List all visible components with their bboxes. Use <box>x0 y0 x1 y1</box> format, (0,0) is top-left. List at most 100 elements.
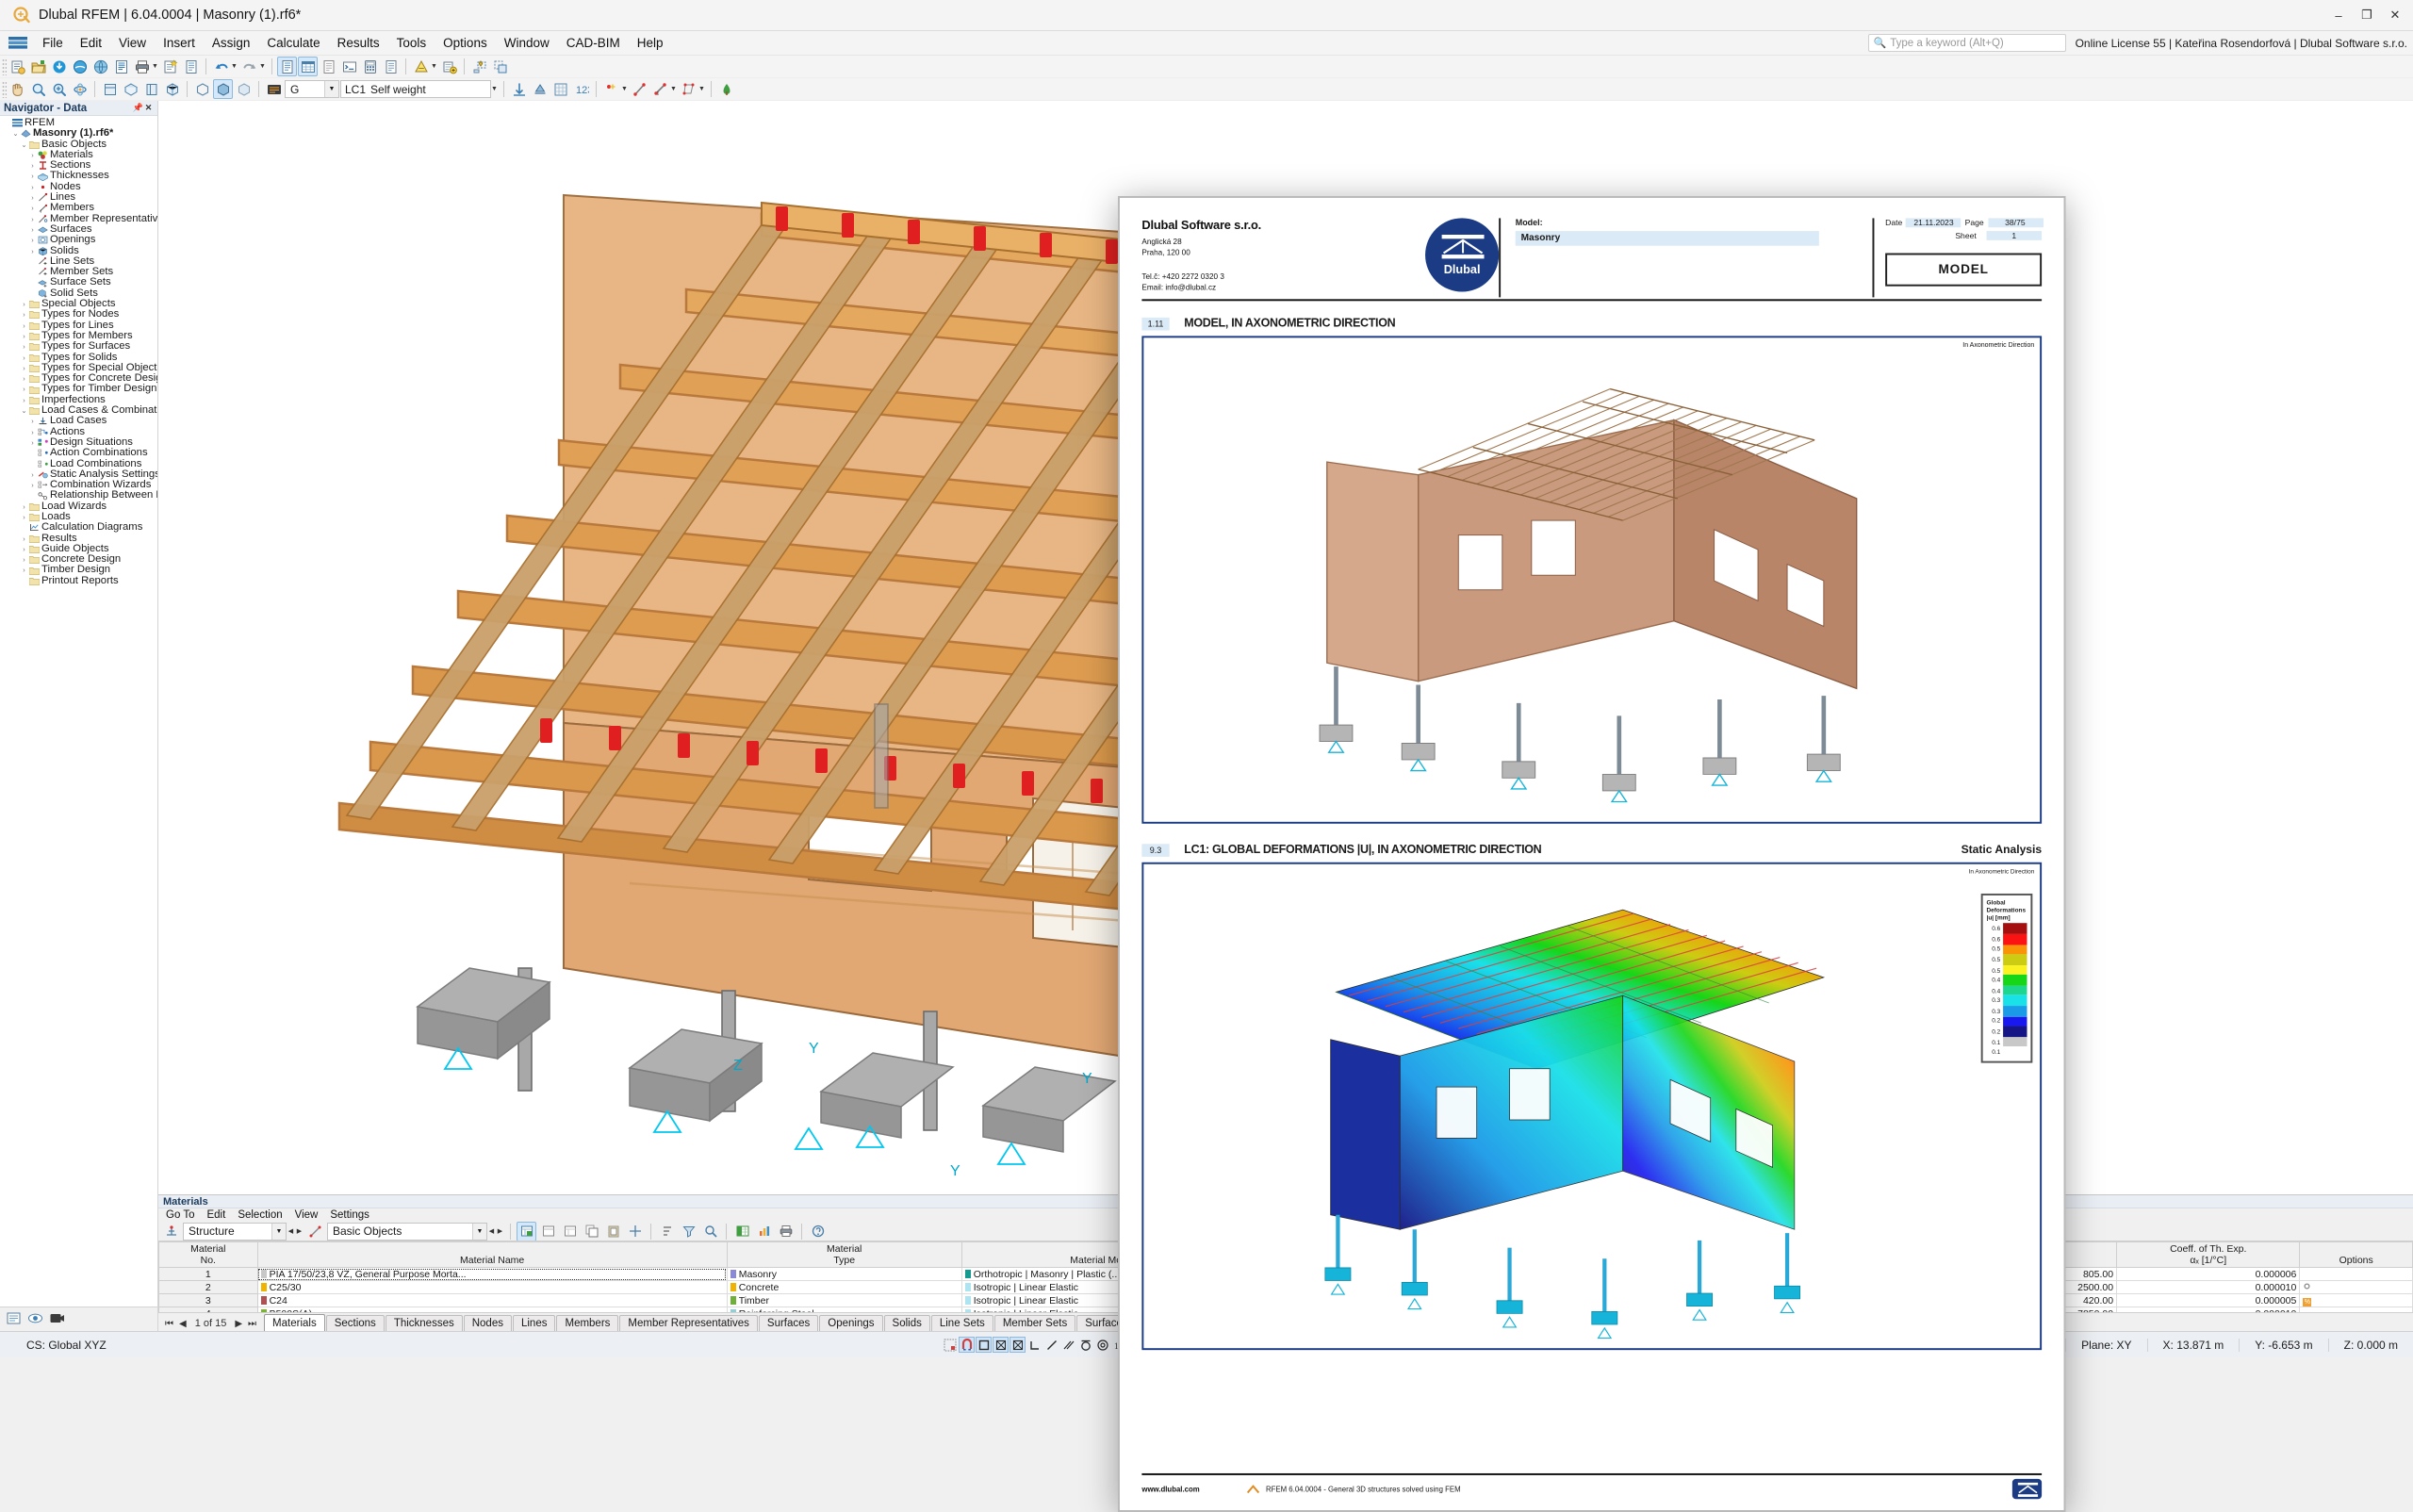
table-help-button[interactable] <box>808 1222 828 1241</box>
tree-item-types-for-nodes[interactable]: › Types for Nodes <box>0 309 157 320</box>
material-options[interactable]: % <box>2299 1293 2413 1308</box>
chevron-right-icon[interactable]: › <box>20 299 28 309</box>
chevron-right-icon[interactable]: › <box>28 214 37 224</box>
endpoint-snap-icon[interactable] <box>1026 1337 1042 1353</box>
chevron-right-icon[interactable]: › <box>28 427 37 437</box>
undo-dropdown-arrow[interactable]: ▼ <box>230 63 238 70</box>
console-button[interactable] <box>339 57 359 76</box>
menu-item-file[interactable]: File <box>34 33 72 53</box>
materials-library-button[interactable] <box>411 57 431 76</box>
tree-item-relationship-between-load-cases[interactable]: Relationship Between Load Cases <box>0 490 157 501</box>
tree-item-surface-sets[interactable]: Surface Sets <box>0 277 157 288</box>
node-dropdown-arrow[interactable]: ▼ <box>620 86 629 92</box>
printout-report-window[interactable]: Dlubal Software s.r.o. Anglická 28 Praha… <box>1118 196 2066 1512</box>
chevron-right-icon[interactable]: › <box>20 320 28 331</box>
table-delete-row-button[interactable] <box>538 1222 558 1241</box>
line-create-button[interactable] <box>630 79 649 99</box>
tree-item-solid-sets[interactable]: Solid Sets <box>0 288 157 299</box>
tables-button[interactable] <box>298 57 318 76</box>
navigator-close-icon[interactable]: ✕ <box>143 103 154 113</box>
tree-item-timber-design[interactable]: › Timber Design <box>0 565 157 575</box>
table-sort-button[interactable] <box>657 1222 677 1241</box>
chevron-right-icon[interactable]: › <box>28 192 37 203</box>
material-type[interactable]: Masonry <box>726 1267 962 1282</box>
material-no[interactable]: 1 <box>158 1267 258 1282</box>
tree-item-load-wizards[interactable]: › Load Wizards <box>0 501 157 512</box>
tree-item-member-representatives[interactable]: › Member Representatives <box>0 214 157 224</box>
view-side-button[interactable] <box>141 79 161 99</box>
toolbar-grip[interactable] <box>2 58 7 75</box>
objects-prev-arrow[interactable]: ◀ <box>487 1227 496 1235</box>
next-record-button[interactable]: ▶ <box>235 1319 242 1329</box>
tree-item-load-combinations[interactable]: Load Combinations <box>0 459 157 469</box>
menu-item-window[interactable]: Window <box>496 33 558 53</box>
table-tab-member-representatives[interactable]: Member Representatives <box>619 1315 758 1331</box>
chevron-right-icon[interactable]: › <box>28 437 37 448</box>
load-case-dropdown-arrow[interactable]: ▼ <box>490 86 499 92</box>
menu-item-view[interactable]: View <box>110 33 155 53</box>
column-header-1-c[interactable]: Coeff. of Th. Exp. αₓ [1/°C] <box>2116 1241 2301 1269</box>
chevron-right-icon[interactable]: › <box>20 363 28 373</box>
supports-display-button[interactable] <box>530 79 550 99</box>
tree-item-special-objects[interactable]: › Special Objects <box>0 299 157 309</box>
table-tab-members[interactable]: Members <box>556 1315 619 1331</box>
surface-dropdown-arrow[interactable]: ▼ <box>698 86 706 92</box>
chevron-down-icon[interactable]: ⌄ <box>11 128 20 139</box>
table-print-button[interactable] <box>776 1222 796 1241</box>
first-record-button[interactable]: ⏮ <box>165 1319 173 1329</box>
chevron-right-icon[interactable]: › <box>20 554 28 565</box>
printout-report-button[interactable] <box>319 57 338 76</box>
table-filter-button[interactable] <box>679 1222 698 1241</box>
results-table-button[interactable] <box>381 57 401 76</box>
table-menu-edit[interactable]: Edit <box>206 1209 225 1221</box>
chevron-right-icon[interactable]: › <box>28 224 37 235</box>
table-find-button[interactable] <box>700 1222 720 1241</box>
polar-grid-toggle[interactable] <box>1010 1337 1026 1353</box>
tree-item-loads[interactable]: › Loads <box>0 512 157 522</box>
tree-item-actions[interactable]: › Actions <box>0 427 157 437</box>
table-tab-thicknesses[interactable]: Thicknesses <box>385 1315 463 1331</box>
chevron-right-icon[interactable]: › <box>20 395 28 405</box>
view-top-button[interactable] <box>121 79 140 99</box>
tree-item-load-cases-combinations[interactable]: ⌄ Load Cases & Combinations <box>0 405 157 416</box>
import-button[interactable] <box>90 57 110 76</box>
tree-item-lines[interactable]: › Lines <box>0 192 157 203</box>
tree-item-members[interactable]: › I Members <box>0 203 157 213</box>
undo-button[interactable] <box>211 57 231 76</box>
tree-item-types-for-lines[interactable]: › Types for Lines <box>0 320 157 331</box>
tree-item-guide-objects[interactable]: › Guide Objects <box>0 544 157 554</box>
tree-item-thicknesses[interactable]: › Thicknesses <box>0 171 157 181</box>
chevron-right-icon[interactable]: › <box>20 565 28 575</box>
mesh-display-button[interactable] <box>550 79 570 99</box>
table-tab-line-sets[interactable]: Line Sets <box>930 1315 993 1331</box>
tree-item-types-for-concrete-design[interactable]: › Types for Concrete Design <box>0 373 157 384</box>
toolbar-grip-2[interactable] <box>2 80 7 98</box>
table-tab-surfaces[interactable]: Surfaces <box>758 1315 819 1331</box>
material-options[interactable] <box>2299 1267 2413 1282</box>
ortho-toggle[interactable] <box>976 1337 993 1353</box>
print-dropdown-arrow[interactable]: ▼ <box>151 63 159 70</box>
tree-item-member-sets[interactable]: Member Sets <box>0 267 157 277</box>
thermal-expansion[interactable]: 0.000005 <box>2116 1293 2301 1308</box>
zoom-all-button[interactable] <box>49 79 69 99</box>
save-all-button[interactable] <box>70 57 90 76</box>
chevron-right-icon[interactable]: › <box>28 246 37 256</box>
material-name[interactable]: PIA 17/50/23,8 VZ, General Purpose Morta… <box>256 1267 728 1282</box>
last-record-button[interactable]: ⏭ <box>248 1319 256 1329</box>
tree-item-concrete-design[interactable]: › Concrete Design <box>0 554 157 565</box>
new-star-button[interactable] <box>160 57 180 76</box>
calculate-button[interactable] <box>360 57 380 76</box>
chevron-down-icon[interactable]: ▼ <box>271 1223 286 1240</box>
filter-next-arrow[interactable]: ▶ <box>295 1227 304 1235</box>
material-type[interactable]: Timber <box>726 1293 962 1308</box>
column-header-options[interactable]: Options <box>2299 1241 2413 1269</box>
render-solid-button[interactable] <box>213 79 233 99</box>
combination-type-select[interactable]: G ▼ <box>285 80 339 98</box>
figure-deformations-axonometric[interactable]: In Axonometric Direction Global Deformat… <box>1141 862 2043 1351</box>
menu-item-cad-bim[interactable]: CAD-BIM <box>558 33 629 53</box>
redo-button[interactable] <box>239 57 259 76</box>
add-node-button[interactable] <box>439 57 459 76</box>
node-create-button[interactable] <box>601 79 621 99</box>
chevron-right-icon[interactable]: › <box>28 182 37 192</box>
grid-snap-toggle[interactable] <box>942 1337 958 1353</box>
